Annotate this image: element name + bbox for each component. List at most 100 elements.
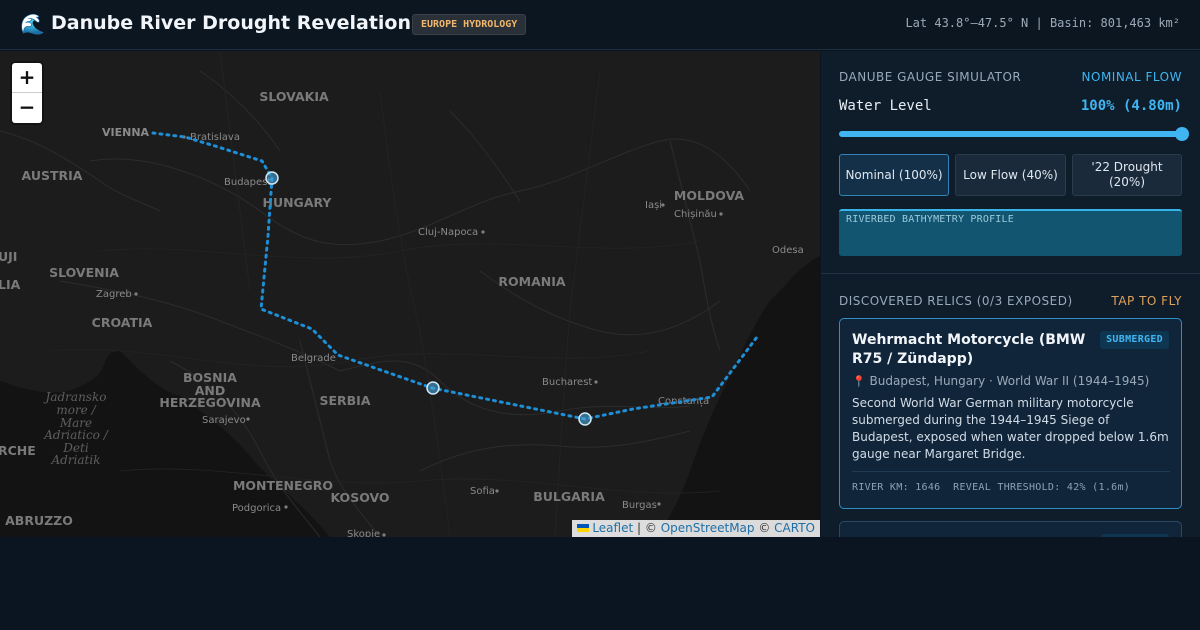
- footer-area: [0, 537, 1200, 630]
- divider: [852, 471, 1170, 472]
- city-dot: [246, 417, 250, 421]
- region-badge: EUROPE HYDROLOGY: [412, 14, 527, 35]
- flow-status: NOMINAL FLOW: [1081, 70, 1182, 84]
- road-line: [219, 51, 251, 292]
- status-badge: [1101, 534, 1169, 537]
- country-label: LIA: [0, 277, 21, 292]
- border-line: [299, 340, 381, 537]
- tap-to-fly-link[interactable]: TAP TO FLY: [1111, 294, 1182, 308]
- country-label: RCHE: [0, 443, 36, 458]
- water-level-value: 100% (4.80m): [1080, 98, 1182, 114]
- gauge-simulator: DANUBE GAUGE SIMULATOR NOMINAL FLOW Wate…: [821, 51, 1200, 274]
- app-header: 🌊 Danube River Drought Revelations EUROP…: [0, 0, 1200, 50]
- sea-label: Adriatik: [50, 453, 100, 467]
- water-level-label: Water Level: [839, 98, 932, 114]
- city-label: Sofia: [470, 486, 495, 497]
- country-label: ABRUZZO: [5, 513, 73, 528]
- relic-marker[interactable]: [578, 412, 592, 426]
- bathymetry-label: RIVERBED BATHYMETRY PROFILE: [846, 214, 1014, 225]
- country-label: SERBIA: [319, 393, 370, 408]
- city-label: Zagreb: [96, 289, 132, 300]
- city-label: VIENNA: [102, 126, 150, 139]
- relic-location: 📍 Budapest, Hungary · World War II (1944…: [852, 374, 1149, 388]
- city-dot: [719, 212, 723, 216]
- city-label: Bratislava: [190, 132, 240, 143]
- country-label: HERZEGOVINA: [159, 395, 261, 410]
- city-label: Sarajevo: [202, 415, 246, 426]
- country-label: HUNGARY: [262, 195, 332, 210]
- relic-card[interactable]: [839, 521, 1182, 537]
- slider-fill: [839, 131, 1182, 137]
- water-level-slider[interactable]: [839, 127, 1189, 141]
- nominal-button[interactable]: Nominal (100%): [839, 154, 949, 196]
- attribution-separator: ©: [754, 521, 775, 535]
- danube-route: [151, 131, 759, 421]
- relic-marker[interactable]: [426, 381, 440, 395]
- osm-link[interactable]: OpenStreetMap: [661, 521, 755, 535]
- city-label: Bucharest: [542, 377, 592, 388]
- country-label: SLOVAKIA: [259, 89, 329, 104]
- drought-button[interactable]: '22 Drought (20%): [1072, 154, 1182, 196]
- border-line: [419, 430, 691, 472]
- country-label: SLOVENIA: [49, 265, 119, 280]
- country-label: BULGARIA: [533, 489, 605, 504]
- ukraine-flag-icon: [577, 524, 590, 532]
- bathymetry-profile: RIVERBED BATHYMETRY PROFILE: [839, 209, 1182, 256]
- road-line: [49, 348, 651, 368]
- city-label: Skopje: [347, 529, 380, 537]
- country-label: MONTENEGRO: [233, 478, 333, 493]
- country-label: KOSOVO: [330, 490, 389, 505]
- simulator-title: DANUBE GAUGE SIMULATOR: [839, 70, 1022, 84]
- border-line: [669, 140, 721, 352]
- city-label: Chișinău: [674, 209, 717, 220]
- city-dot: [481, 230, 485, 234]
- relics-title: DISCOVERED RELICS (0/3 EXPOSED): [839, 294, 1073, 308]
- city-dot: [284, 505, 288, 509]
- city-dot: [657, 502, 661, 506]
- sea-label: more /: [56, 403, 97, 417]
- relic-marker[interactable]: [265, 171, 279, 185]
- leaflet-link[interactable]: Leaflet: [592, 521, 633, 535]
- city-dot: [134, 292, 138, 296]
- attribution-separator: | ©: [633, 521, 661, 535]
- pin-icon: 📍: [852, 375, 866, 388]
- city-dot: [495, 489, 499, 493]
- coordinate-readout: Lat 43.8°–47.5° N | Basin: 801,463 km²: [905, 16, 1180, 30]
- map-view[interactable]: SLOVAKIA AUSTRIA HUNGARY SLOVENIA CROATI…: [0, 51, 820, 537]
- zoom-control: + −: [12, 63, 42, 123]
- city-label: Cluj-Napoca: [418, 227, 478, 238]
- relic-title: Wehrmacht Motorcycle (BMW R75 / Zündapp): [852, 332, 1086, 367]
- low-flow-button[interactable]: Low Flow (40%): [955, 154, 1066, 196]
- relic-description: Second World War German military motorcy…: [852, 396, 1169, 461]
- road-line: [379, 90, 451, 537]
- map-attribution: Leaflet | © OpenStreetMap © CARTO: [572, 520, 820, 537]
- city-label: Belgrade: [291, 353, 336, 364]
- zoom-in-button[interactable]: +: [12, 63, 42, 93]
- country-label: ROMANIA: [498, 274, 565, 289]
- city-label: Odesa: [772, 245, 804, 256]
- wave-icon: 🌊: [20, 12, 45, 36]
- city-label: Burgas: [622, 500, 657, 511]
- city-dot: [594, 380, 598, 384]
- border-line: [449, 110, 521, 202]
- sea-label: Jadransko: [43, 390, 107, 404]
- city-dot: [661, 203, 665, 207]
- city-label: Budapest: [224, 177, 271, 188]
- status-badge: SUBMERGED: [1100, 331, 1169, 349]
- country-label: CROATIA: [92, 315, 153, 330]
- relic-location-text: Budapest, Hungary · World War II (1944–1…: [869, 374, 1150, 388]
- country-label: MOLDOVA: [674, 188, 745, 203]
- relic-card[interactable]: Wehrmacht Motorcycle (BMW R75 / Zündapp)…: [839, 318, 1182, 509]
- relic-meta: RIVER KM: 1646 REVEAL THRESHOLD: 42% (1.…: [852, 482, 1131, 493]
- city-label: Podgorica: [232, 503, 281, 514]
- slider-thumb[interactable]: [1175, 127, 1189, 141]
- map-canvas[interactable]: SLOVAKIA AUSTRIA HUNGARY SLOVENIA CROATI…: [0, 51, 820, 537]
- page-title: Danube River Drought Revelations: [51, 12, 423, 34]
- zoom-out-button[interactable]: −: [12, 93, 42, 123]
- border-line: [339, 360, 691, 416]
- carto-link[interactable]: CARTO: [774, 521, 815, 535]
- road-line: [554, 70, 601, 537]
- side-panel: DANUBE GAUGE SIMULATOR NOMINAL FLOW Wate…: [821, 51, 1200, 537]
- country-label: AUSTRIA: [22, 168, 83, 183]
- city-label: Iași: [645, 200, 662, 211]
